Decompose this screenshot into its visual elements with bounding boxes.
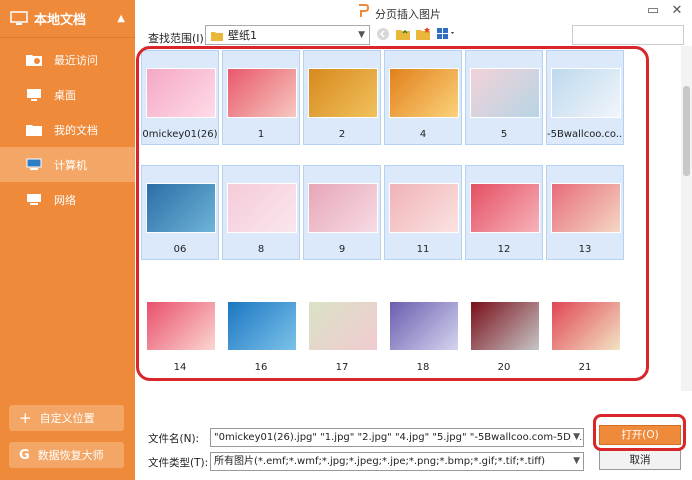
dialog-title: 分页插入图片 [375, 8, 441, 21]
folder-icon [211, 31, 223, 41]
wps-logo-icon [359, 4, 369, 17]
sidebar-item-3[interactable]: 计算机 [0, 147, 135, 182]
search-input[interactable] [572, 25, 684, 45]
folder-clock-icon [26, 53, 42, 66]
up-folder-icon[interactable] [396, 27, 411, 41]
close-icon[interactable]: ✕ [667, 2, 687, 20]
cancel-button[interactable]: 取消 [599, 450, 681, 470]
data-recovery-button[interactable]: G 数据恢复大师 [9, 442, 124, 468]
sidebar-item-2[interactable]: 我的文档 [0, 112, 135, 147]
folder-icon [26, 123, 42, 136]
minimize-icon[interactable]: ▭ [643, 2, 663, 20]
open-highlight-frame [593, 414, 686, 451]
desktop-icon [26, 88, 42, 101]
sidebar-item-label: 桌面 [54, 88, 76, 102]
back-icon[interactable] [376, 27, 390, 41]
chevron-down-icon: ▼ [571, 429, 580, 446]
filename-label: 文件名(N): [148, 433, 200, 445]
sidebar-title: 本地文档 [34, 13, 87, 28]
sidebar-item-label: 网络 [54, 193, 76, 207]
sidebar-item-label: 我的文档 [54, 123, 98, 137]
collapse-arrow-icon[interactable]: ▲ [117, 13, 125, 24]
sidebar-item-label: 最近访问 [54, 53, 98, 67]
custom-location-button[interactable]: + 自定义位置 [9, 405, 124, 431]
new-folder-icon[interactable] [416, 27, 431, 41]
filetype-label: 文件类型(T): [148, 457, 209, 469]
chevron-down-icon: ▼ [571, 453, 580, 470]
title-bar: 分页插入图片 ▭ ✕ [135, 0, 692, 24]
highlight-frame [136, 46, 649, 381]
sidebar-item-label: 计算机 [54, 158, 87, 172]
filetype-value: 所有图片(*.emf;*.wmf;*.jpg;*.jpeg;*.jpe;*.pn… [214, 456, 546, 467]
vertical-scrollbar[interactable] [681, 46, 692, 391]
recovery-label: 数据恢复大师 [37, 449, 104, 462]
computer-icon [26, 158, 42, 171]
custom-location-label: 自定义位置 [39, 412, 95, 425]
sidebar-header[interactable]: 本地文档 ▲ [0, 0, 135, 38]
filetype-select[interactable]: 所有图片(*.emf;*.wmf;*.jpg;*.jpeg;*.jpe;*.pn… [210, 452, 584, 471]
sidebar-item-1[interactable]: 桌面 [0, 77, 135, 112]
sidebar: 本地文档 ▲ 最近访问桌面我的文档计算机网络 + 自定义位置 G 数据恢复大师 [0, 0, 135, 480]
network-icon [26, 193, 42, 206]
lookin-label: 查找范围(I): [148, 32, 208, 45]
filename-value: "0mickey01(26).jpg" "1.jpg" "2.jpg" "4.j… [214, 432, 584, 443]
chevron-down-icon: ▼ [358, 30, 365, 40]
filename-input[interactable]: "0mickey01(26).jpg" "1.jpg" "2.jpg" "4.j… [210, 428, 584, 447]
view-menu-icon[interactable] [437, 27, 459, 41]
lookin-combo[interactable]: 壁纸1 ▼ [205, 25, 370, 45]
plus-icon: + [19, 409, 32, 427]
scrollbar-thumb[interactable] [683, 86, 690, 176]
recovery-g-icon: G [19, 447, 30, 463]
monitor-icon [10, 11, 28, 25]
lookin-value: 壁纸1 [228, 29, 257, 42]
sidebar-item-0[interactable]: 最近访问 [0, 42, 135, 77]
sidebar-item-4[interactable]: 网络 [0, 182, 135, 217]
